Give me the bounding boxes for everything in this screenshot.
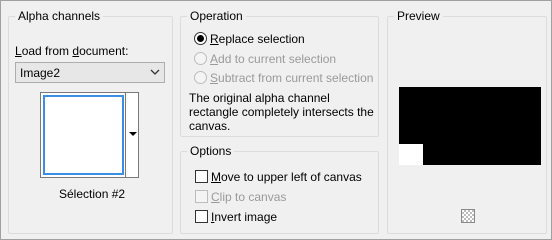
document-select[interactable]: Image2: [15, 62, 165, 83]
channel-thumbnail[interactable]: [43, 95, 124, 175]
channel-thumbnail-picker[interactable]: [40, 92, 139, 178]
checkerboard-icon[interactable]: [461, 209, 475, 223]
selection-name-label: Sélection #2: [59, 187, 126, 201]
add-to-selection-label[interactable]: Add to current selection: [210, 52, 336, 66]
alpha-channels-title: Alpha channels: [15, 9, 104, 23]
load-from-document-label: Load from document:: [15, 44, 129, 58]
operation-title: Operation: [187, 9, 246, 23]
alpha-channel-dialog: Alpha channels Load from document: Image…: [0, 0, 552, 240]
clip-to-canvas-label[interactable]: Clip to canvas: [211, 190, 286, 204]
subtract-from-selection-radio[interactable]: [194, 71, 207, 84]
options-title: Options: [187, 144, 235, 158]
move-to-upper-left-label[interactable]: Move to upper left of canvas: [211, 170, 362, 184]
add-to-selection-radio[interactable]: [194, 52, 207, 65]
preview-canvas: [399, 87, 541, 165]
invert-image-checkbox[interactable]: [195, 210, 208, 223]
channel-dropdown-button[interactable]: [125, 93, 138, 177]
move-to-upper-left-checkbox[interactable]: [195, 170, 208, 183]
preview-title: Preview: [394, 9, 443, 23]
caret-down-icon: [129, 132, 137, 136]
document-select-value: Image2: [20, 66, 61, 80]
invert-image-label[interactable]: Invert image: [211, 210, 277, 224]
chevron-down-icon: [150, 69, 160, 75]
intersection-info-text: The original alpha channel rectangle com…: [189, 91, 374, 133]
clip-to-canvas-checkbox[interactable]: [195, 190, 208, 203]
preview-selection-area: [399, 144, 423, 165]
replace-selection-label[interactable]: Replace selection: [210, 32, 305, 46]
replace-selection-radio[interactable]: [194, 32, 207, 45]
subtract-from-selection-label[interactable]: Subtract from current selection: [210, 71, 373, 85]
